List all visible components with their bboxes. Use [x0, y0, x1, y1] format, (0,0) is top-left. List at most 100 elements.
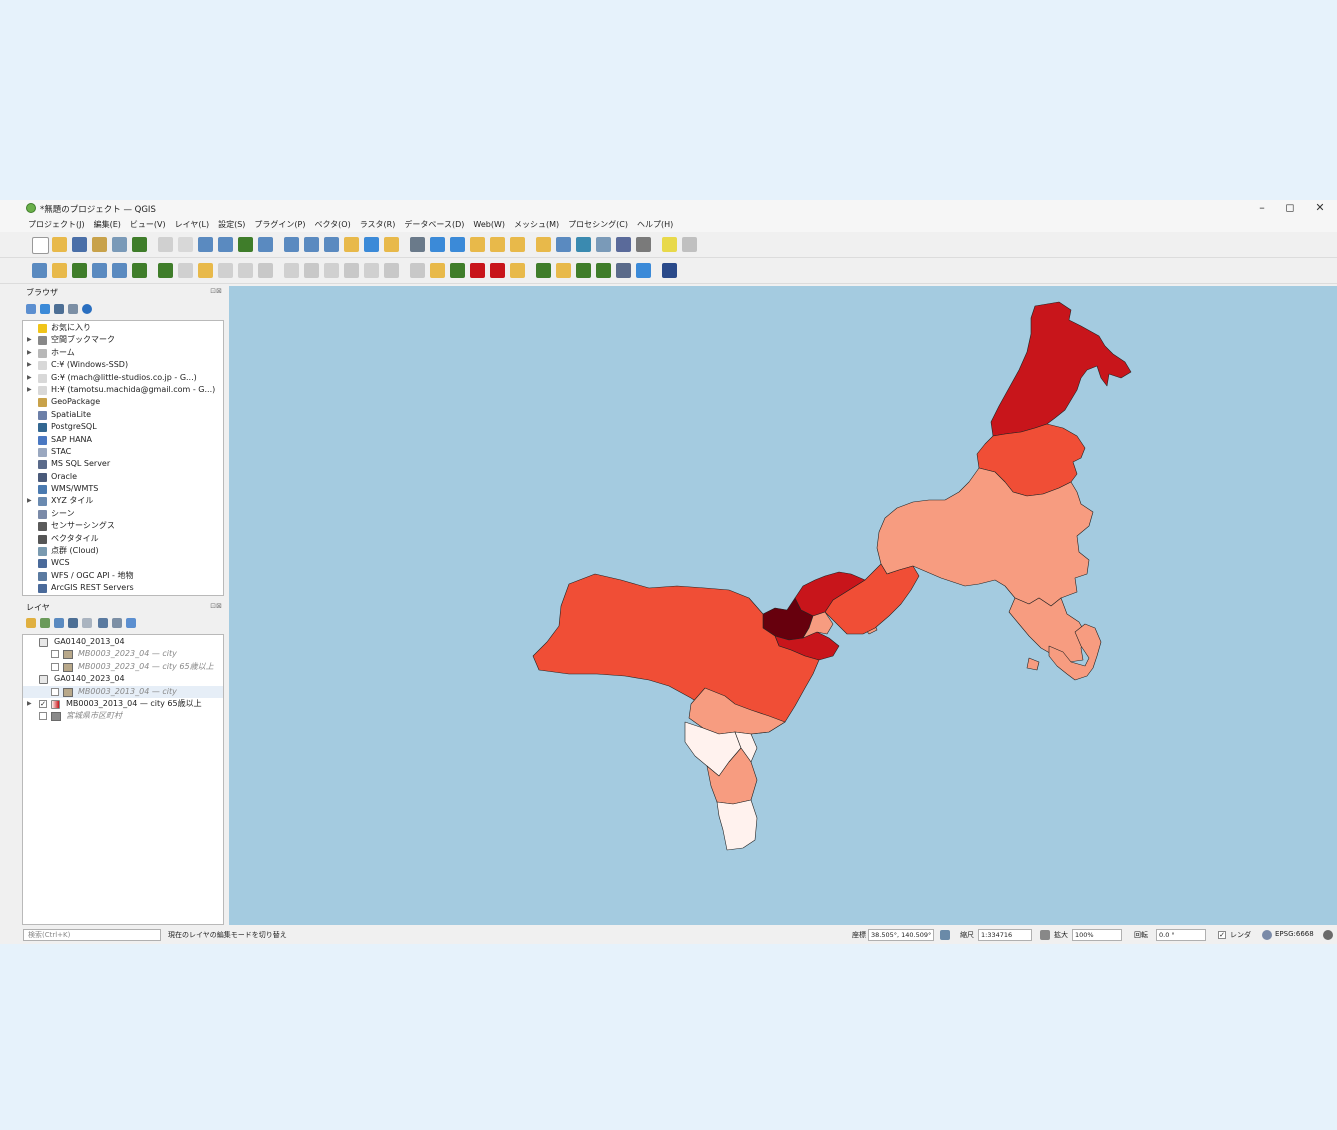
digitize-tool-icon[interactable]: [410, 263, 425, 278]
digitize-tool-icon[interactable]: [258, 263, 273, 278]
digitize-tool-icon[interactable]: [284, 263, 299, 278]
digitize-tool-icon[interactable]: [596, 263, 611, 278]
browser-item[interactable]: GeoPackage: [23, 396, 223, 408]
main-tool-icon[interactable]: [536, 237, 551, 252]
browser-item[interactable]: WCS: [23, 557, 223, 569]
lock-scale-icon[interactable]: [1040, 930, 1050, 940]
main-tool-icon[interactable]: [304, 237, 319, 252]
digitize-tool-icon[interactable]: [218, 263, 233, 278]
filter-expression-icon[interactable]: [82, 618, 92, 628]
main-tool-icon[interactable]: [112, 237, 127, 252]
digitize-tool-icon[interactable]: [72, 263, 87, 278]
main-tool-icon[interactable]: [364, 237, 379, 252]
browser-item[interactable]: ▶ ホーム: [23, 347, 223, 359]
browser-item[interactable]: WMS/WMTS: [23, 483, 223, 495]
add-selected-layers-icon[interactable]: [26, 304, 36, 314]
digitize-tool-icon[interactable]: [430, 263, 445, 278]
digitize-tool-icon[interactable]: [178, 263, 193, 278]
digitize-tool-icon[interactable]: [450, 263, 465, 278]
digitize-tool-icon[interactable]: [324, 263, 339, 278]
browser-item[interactable]: Oracle: [23, 471, 223, 483]
main-tool-icon[interactable]: [132, 237, 147, 252]
browser-item[interactable]: センサーシングス: [23, 520, 223, 532]
browser-item[interactable]: MS SQL Server: [23, 458, 223, 470]
digitize-tool-icon[interactable]: [344, 263, 359, 278]
menu-item[interactable]: データベース(D): [404, 217, 464, 232]
menu-item[interactable]: ビュー(V): [130, 217, 166, 232]
browser-item[interactable]: SAP HANA: [23, 434, 223, 446]
browser-item[interactable]: ▶ XYZ タイル: [23, 495, 223, 507]
messages-icon[interactable]: [1323, 930, 1333, 940]
map-canvas[interactable]: [229, 286, 1337, 925]
maximize-button[interactable]: ◻: [1280, 201, 1300, 214]
properties-icon[interactable]: [82, 304, 92, 314]
expand-arrow-icon[interactable]: ▶: [27, 334, 32, 346]
browser-tree[interactable]: お気に入り ▶ 空間ブックマーク ▶ ホーム ▶ C:¥ (Windows-SSD) ▶ G:¥…: [22, 320, 224, 596]
layer-row[interactable]: 宮城県市区町村: [23, 710, 223, 722]
menu-item[interactable]: プラグイン(P): [254, 217, 305, 232]
menu-item[interactable]: Web(W): [473, 217, 505, 232]
render-checkbox[interactable]: ✓: [1218, 931, 1226, 939]
main-tool-icon[interactable]: [178, 237, 193, 252]
menu-item[interactable]: プロジェクト(J): [28, 217, 85, 232]
digitize-tool-icon[interactable]: [636, 263, 651, 278]
map-theme-icon[interactable]: [54, 618, 64, 628]
digitize-tool-icon[interactable]: [132, 263, 147, 278]
layer-visibility-checkbox[interactable]: ✓: [39, 699, 47, 708]
menu-item[interactable]: 設定(S): [218, 217, 245, 232]
digitize-tool-icon[interactable]: [112, 263, 127, 278]
main-tool-icon[interactable]: [238, 237, 253, 252]
browser-item[interactable]: SpatiaLite: [23, 409, 223, 421]
menu-item[interactable]: 編集(E): [94, 217, 121, 232]
menu-item[interactable]: ラスタ(R): [360, 217, 396, 232]
menu-item[interactable]: ベクタ(O): [315, 217, 351, 232]
expand-arrow-icon[interactable]: ▶: [27, 347, 32, 359]
scale-field[interactable]: 1:334716: [978, 929, 1032, 941]
magnifier-field[interactable]: 100%: [1072, 929, 1122, 941]
main-tool-icon[interactable]: [596, 237, 611, 252]
layer-row[interactable]: MB0003_2023_04 — city 65歳以上: [23, 661, 223, 673]
expand-all-icon[interactable]: [98, 618, 108, 628]
main-tool-icon[interactable]: [636, 237, 651, 252]
digitize-tool-icon[interactable]: [536, 263, 551, 278]
main-tool-icon[interactable]: [470, 237, 485, 252]
coordinate-field[interactable]: 38.505°, 140.509°: [868, 929, 934, 941]
collapse-all-layers-icon[interactable]: [112, 618, 122, 628]
layer-visibility-checkbox[interactable]: [39, 712, 47, 721]
main-tool-icon[interactable]: [92, 237, 107, 252]
menu-item[interactable]: ヘルプ(H): [637, 217, 673, 232]
browser-item[interactable]: ▶ G:¥ (mach@little-studios.co.jp - G...): [23, 372, 223, 384]
close-button[interactable]: ✕: [1310, 201, 1330, 214]
main-tool-icon[interactable]: [52, 237, 67, 252]
digitize-tool-icon[interactable]: [510, 263, 525, 278]
main-tool-icon[interactable]: [198, 237, 213, 252]
minimize-button[interactable]: –: [1252, 201, 1272, 214]
remove-layer-icon[interactable]: [126, 618, 136, 628]
browser-item[interactable]: ▶ 空間ブックマーク: [23, 334, 223, 346]
menu-item[interactable]: レイヤ(L): [175, 217, 209, 232]
digitize-tool-icon[interactable]: [616, 263, 631, 278]
expand-arrow-icon[interactable]: ▶: [27, 359, 32, 371]
main-tool-icon[interactable]: [218, 237, 233, 252]
browser-item[interactable]: PostgreSQL: [23, 421, 223, 433]
filter-legend-icon[interactable]: [68, 618, 78, 628]
main-tool-icon[interactable]: [384, 237, 399, 252]
browser-panel-float-close-icon[interactable]: ⊡⊠: [210, 287, 222, 295]
browser-item[interactable]: WFS / OGC API - 地物: [23, 570, 223, 582]
menu-item[interactable]: メッシュ(M): [514, 217, 559, 232]
refresh-icon[interactable]: [40, 304, 50, 314]
crs-button[interactable]: EPSG:6668: [1275, 930, 1314, 938]
browser-item[interactable]: ▶ C:¥ (Windows-SSD): [23, 359, 223, 371]
digitize-tool-icon[interactable]: [52, 263, 67, 278]
expand-arrow-icon[interactable]: ▶: [27, 698, 32, 710]
main-tool-icon[interactable]: [284, 237, 299, 252]
main-tool-icon[interactable]: [616, 237, 631, 252]
digitize-tool-icon[interactable]: [198, 263, 213, 278]
layers-panel-float-close-icon[interactable]: ⊡⊠: [210, 602, 222, 610]
main-tool-icon[interactable]: [662, 237, 677, 252]
main-tool-icon[interactable]: [556, 237, 571, 252]
browser-item[interactable]: ArcGIS REST Servers: [23, 582, 223, 594]
main-tool-icon[interactable]: [324, 237, 339, 252]
main-tool-icon[interactable]: [410, 237, 425, 252]
digitize-tool-icon[interactable]: [32, 263, 47, 278]
